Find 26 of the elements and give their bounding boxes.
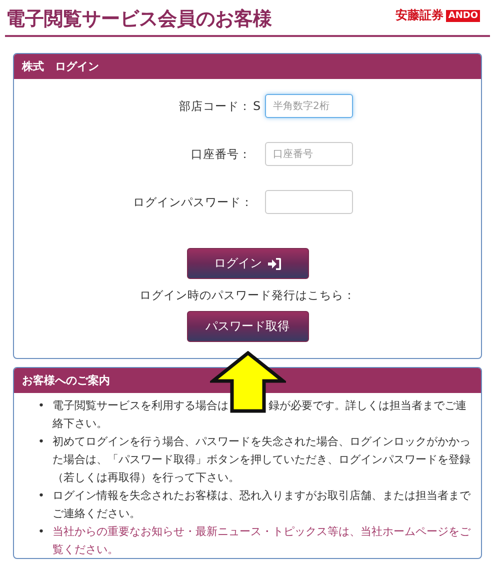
sign-in-icon [268,258,281,270]
notice-text: 初めてログインを行う場合、パスワードを失念された場合、ログインロックがかかった場合は、「パスワード取得」ボタンを押していただき、ログインパスワードを登録（若しくは再取得）を行って下さい。 [52,434,471,486]
bullet: • [38,524,44,540]
bullet: • [38,488,44,504]
logo-badge: ANDO [446,10,480,22]
logo-text: 安藤証券 [395,7,444,24]
notice-link[interactable]: 当社からの重要なお知らせ・最新ニュース・トピックス等は、当社ホームページをご覧ください。 [52,523,471,558]
panel-title: お客様へのご案内 [22,373,110,388]
input-field[interactable] [265,190,353,214]
notice-text: ログイン情報を失念されたお客様は、恐れ入りますがお取引店舗、または担当者までご連絡ください。 [52,488,471,522]
field-label: 部店コード： [178,98,251,114]
page-title: 電子閲覧サービス会員のお客様 [6,7,272,32]
field-prefix: S [252,99,262,113]
field-label: ログインパスワード： [133,194,251,210]
login-button[interactable]: ログイン [186,248,308,279]
bullet: • [38,434,44,450]
notice-text: 絡下さい。 [52,416,108,432]
bullet: • [38,398,44,414]
input-field[interactable]: 半角数字2桁 [265,94,353,118]
notice-text: 電子閲覧サービスを利用する場合は [52,398,228,414]
password-button[interactable]: パスワード取得 [186,311,308,342]
field-label: 口座番号： [190,146,251,162]
password-note: ログイン時のパスワード発行はこちら： [140,288,356,303]
panel-title: 株式 ログイン [22,59,99,74]
notice-text: 録が必要です。詳しくは担当者までご連 [268,398,466,414]
input-field[interactable]: 口座番号 [265,142,353,166]
